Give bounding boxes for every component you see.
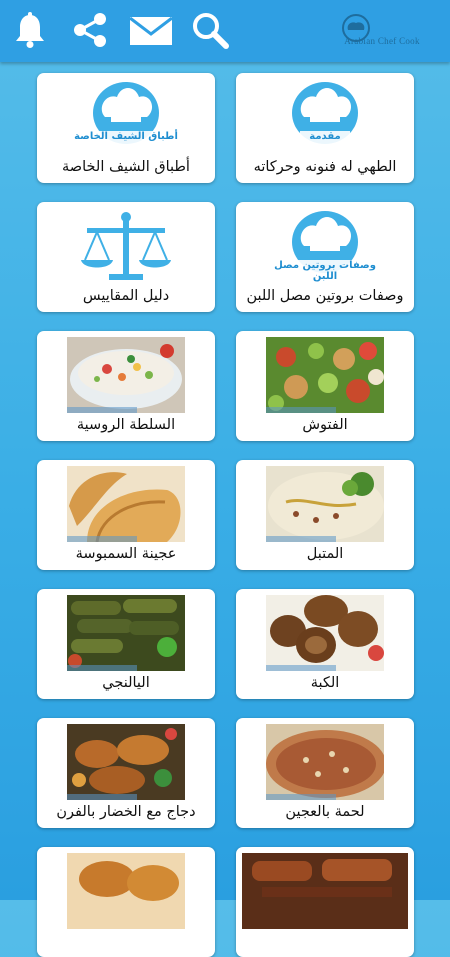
card-moutabal[interactable]: المتبل xyxy=(236,460,414,570)
card-label: وصفات بروتين مصل اللبن xyxy=(246,288,404,304)
card-label: دجاج مع الخضار بالفرن xyxy=(56,804,196,820)
card-whey-protein[interactable]: وصفات بروتين مصل اللبن وصفات بروتين مصل … xyxy=(236,202,414,312)
card-cooking-arts[interactable]: مقدمة الطهي له فنونه وحركاته xyxy=(236,73,414,183)
card-label: دليل المقاييس xyxy=(82,288,170,304)
yalanji-photo xyxy=(67,595,185,671)
card-label xyxy=(240,929,410,953)
card-label: الكبة xyxy=(310,675,340,691)
card-chef-special[interactable]: أطباق الشيف الخاصة أطباق الشيف الخاصة xyxy=(37,73,215,183)
chef-hat-logo-icon: وصفات بروتين مصل اللبن xyxy=(266,208,384,284)
card-yalanji[interactable]: اليالنجي xyxy=(37,589,215,699)
card-samosa-dough[interactable]: عجينة السمبوسة xyxy=(37,460,215,570)
card-russian-salad[interactable]: السلطة الروسية xyxy=(37,331,215,441)
card-label: أطباق الشيف الخاصة xyxy=(62,159,190,175)
russian-salad-photo xyxy=(67,337,185,413)
chef-logo-badge: أطباق الشيف الخاصة xyxy=(74,131,178,142)
card-measurements-guide[interactable]: دليل المقاييس xyxy=(37,202,215,312)
card-label: الطهي له فنونه وحركاته xyxy=(253,159,397,175)
fried-chicken-photo xyxy=(67,853,185,929)
fattoush-photo xyxy=(266,337,384,413)
chicken-vegetables-photo xyxy=(67,724,185,800)
category-grid: أطباق الشيف الخاصة أطباق الشيف الخاصة مق… xyxy=(0,0,450,957)
card-meat-dough[interactable]: لحمة بالعجين xyxy=(236,718,414,828)
card-label: عجينة السمبوسة xyxy=(75,546,177,562)
card-grilled-meat[interactable] xyxy=(236,847,414,957)
card-label xyxy=(41,929,211,953)
moutabal-photo xyxy=(266,466,384,542)
scales-icon xyxy=(67,208,185,284)
grilled-meat-photo xyxy=(242,853,408,929)
card-chicken-vegetables[interactable]: دجاج مع الخضار بالفرن xyxy=(37,718,215,828)
chef-logo-badge: مقدمة xyxy=(309,131,341,142)
card-label: السلطة الروسية xyxy=(76,417,176,433)
chef-hat-logo-icon: مقدمة xyxy=(266,79,384,155)
kibbeh-photo xyxy=(266,595,384,671)
card-kibbeh[interactable]: الكبة xyxy=(236,589,414,699)
card-label: المتبل xyxy=(306,546,344,562)
samosa-photo xyxy=(67,466,185,542)
meat-dough-photo xyxy=(266,724,384,800)
chef-hat-logo-icon: أطباق الشيف الخاصة xyxy=(67,79,185,155)
card-fried-chicken[interactable] xyxy=(37,847,215,957)
card-fattoush[interactable]: الفتوش xyxy=(236,331,414,441)
card-label: اليالنجي xyxy=(102,675,150,691)
card-label: الفتوش xyxy=(302,417,348,433)
chef-logo-badge: وصفات بروتين مصل اللبن xyxy=(274,260,376,282)
card-label: لحمة بالعجين xyxy=(285,804,365,820)
